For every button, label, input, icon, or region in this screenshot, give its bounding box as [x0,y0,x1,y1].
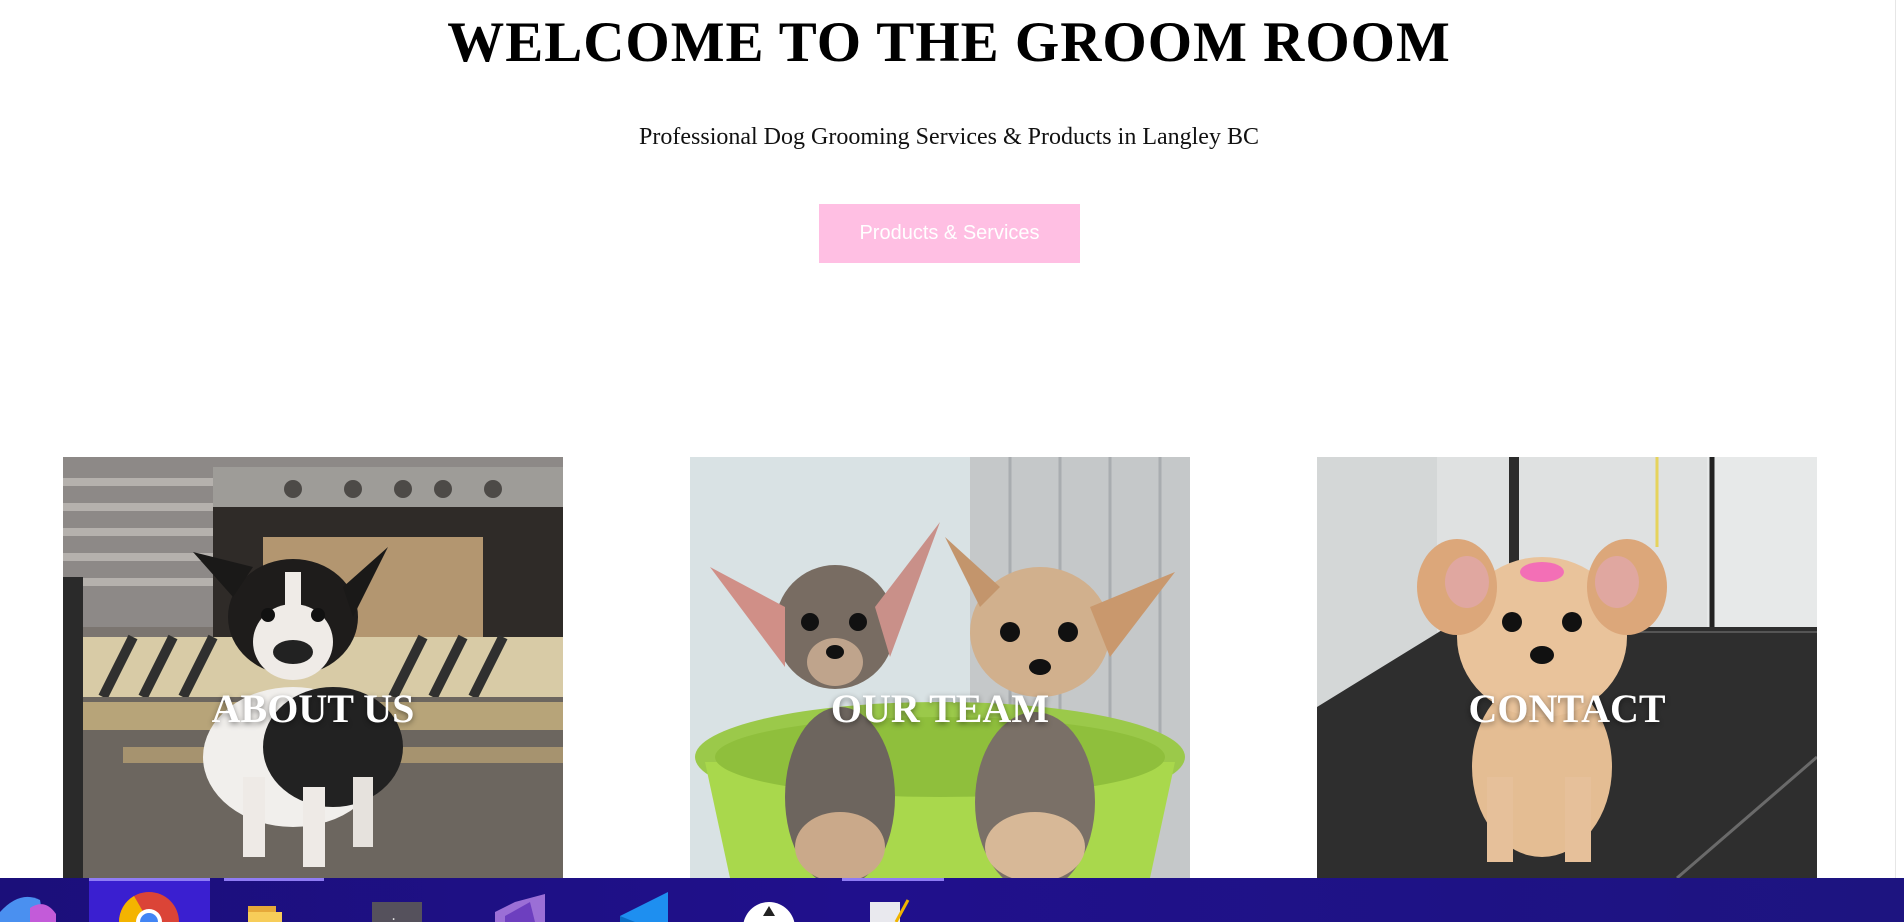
notepad-icon [870,899,910,922]
chrome-icon [118,892,179,922]
taskbar-chrome[interactable] [89,878,210,922]
about-us-photo [63,457,563,878]
running-indicator [842,878,944,881]
vscode-icon [620,892,668,922]
file-explorer-icon [248,906,282,922]
our-team-photo [690,457,1190,878]
taskbar-copilot[interactable] [0,878,70,922]
copilot-icon [0,896,56,922]
taskbar: . [0,878,1904,922]
our-team-label: OUR TEAM [830,686,1050,731]
taskbar-visual-studio[interactable] [475,878,565,922]
active-indicator [89,878,210,881]
taskbar-file-explorer[interactable] [224,878,324,922]
visual-studio-icon [495,894,545,922]
taskbar-notepad[interactable] [842,878,944,922]
contact-label: CONTACT [1468,686,1666,731]
terminal-icon: . [372,902,422,922]
page-title: WELCOME TO THE GROOM ROOM [447,11,1451,74]
inkscape-icon [743,902,795,922]
our-team-card[interactable]: OUR TEAM [690,457,1190,878]
running-indicator [224,878,324,881]
taskbar-vscode[interactable] [600,878,690,922]
contact-card[interactable]: CONTACT [1317,457,1817,878]
products-services-button[interactable]: Products & Services [819,204,1080,263]
about-us-label: ABOUT US [211,686,415,731]
about-us-card[interactable]: ABOUT US [63,457,563,878]
taskbar-terminal[interactable]: . [352,878,442,922]
page-subtitle: Professional Dog Grooming Services & Pro… [639,124,1259,150]
web-page: WELCOME TO THE GROOM ROOM Professional D… [0,0,1904,878]
taskbar-inkscape[interactable] [725,878,815,922]
page-scrollbar[interactable] [1895,0,1904,878]
contact-photo [1317,457,1817,878]
svg-text:.: . [390,909,397,922]
